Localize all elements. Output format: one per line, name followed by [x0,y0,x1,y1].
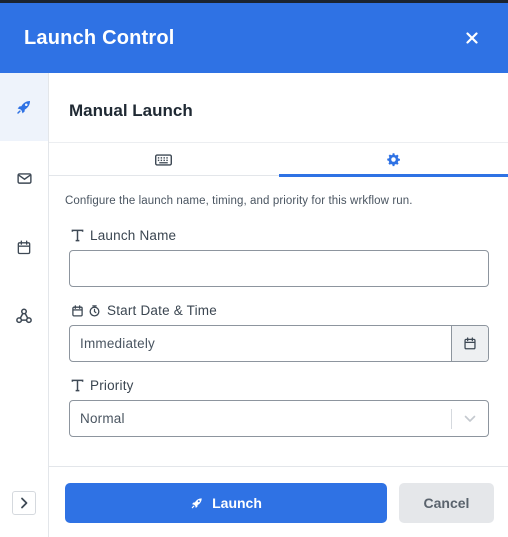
text-type-icon [71,229,84,242]
keyboard-icon [155,153,172,166]
text-type-icon [71,379,84,392]
panel-title: Manual Launch [69,101,193,120]
priority-dropdown-toggle[interactable] [452,415,488,423]
tab-settings[interactable] [279,143,508,177]
close-icon [466,32,478,44]
priority-value: Normal [80,411,125,426]
sidebar-item-launch[interactable] [0,73,48,141]
chevron-right-icon [21,497,28,509]
main-panel: Manual Launch Configure the launch name,… [49,73,508,537]
clock-icon [89,304,100,317]
tab-input[interactable] [49,143,278,176]
envelope-icon [16,172,32,184]
close-button[interactable] [460,26,484,50]
rocket-icon [191,498,202,509]
start-datetime-field[interactable]: Immediately [69,325,489,362]
gear-icon [387,153,400,167]
dialog-title: Launch Control [24,26,175,49]
launch-name-label-text: Launch Name [90,228,177,243]
calendar-icon [72,304,83,317]
sidebar-item-webhook[interactable] [0,282,48,350]
start-datetime-value: Immediately [80,336,155,351]
sidebar-item-email[interactable] [0,144,48,212]
sidebar [0,73,49,537]
sidebar-expand-button[interactable] [12,491,36,515]
start-datetime-label: Start Date & Time [71,303,217,318]
launch-button-label: Launch [212,495,262,511]
start-datetime-label-text: Start Date & Time [107,303,217,318]
webhook-icon [16,308,32,324]
calendar-icon [464,337,476,350]
footer-divider [49,466,508,467]
launch-button[interactable]: Launch [65,483,387,523]
dialog-header: Launch Control [0,3,508,73]
rocket-icon [17,101,30,114]
priority-label-text: Priority [90,378,134,393]
cancel-button[interactable]: Cancel [399,483,494,523]
date-picker-button[interactable] [451,326,488,361]
calendar-icon [17,240,31,254]
tab-bar [49,143,508,177]
launch-name-label: Launch Name [71,228,176,243]
sidebar-item-schedule[interactable] [0,213,48,281]
launch-name-input[interactable] [69,250,489,287]
panel-description: Configure the launch name, timing, and p… [65,195,413,207]
priority-select[interactable]: Normal [69,400,489,437]
chevron-down-icon [464,415,476,422]
priority-label: Priority [71,378,134,393]
